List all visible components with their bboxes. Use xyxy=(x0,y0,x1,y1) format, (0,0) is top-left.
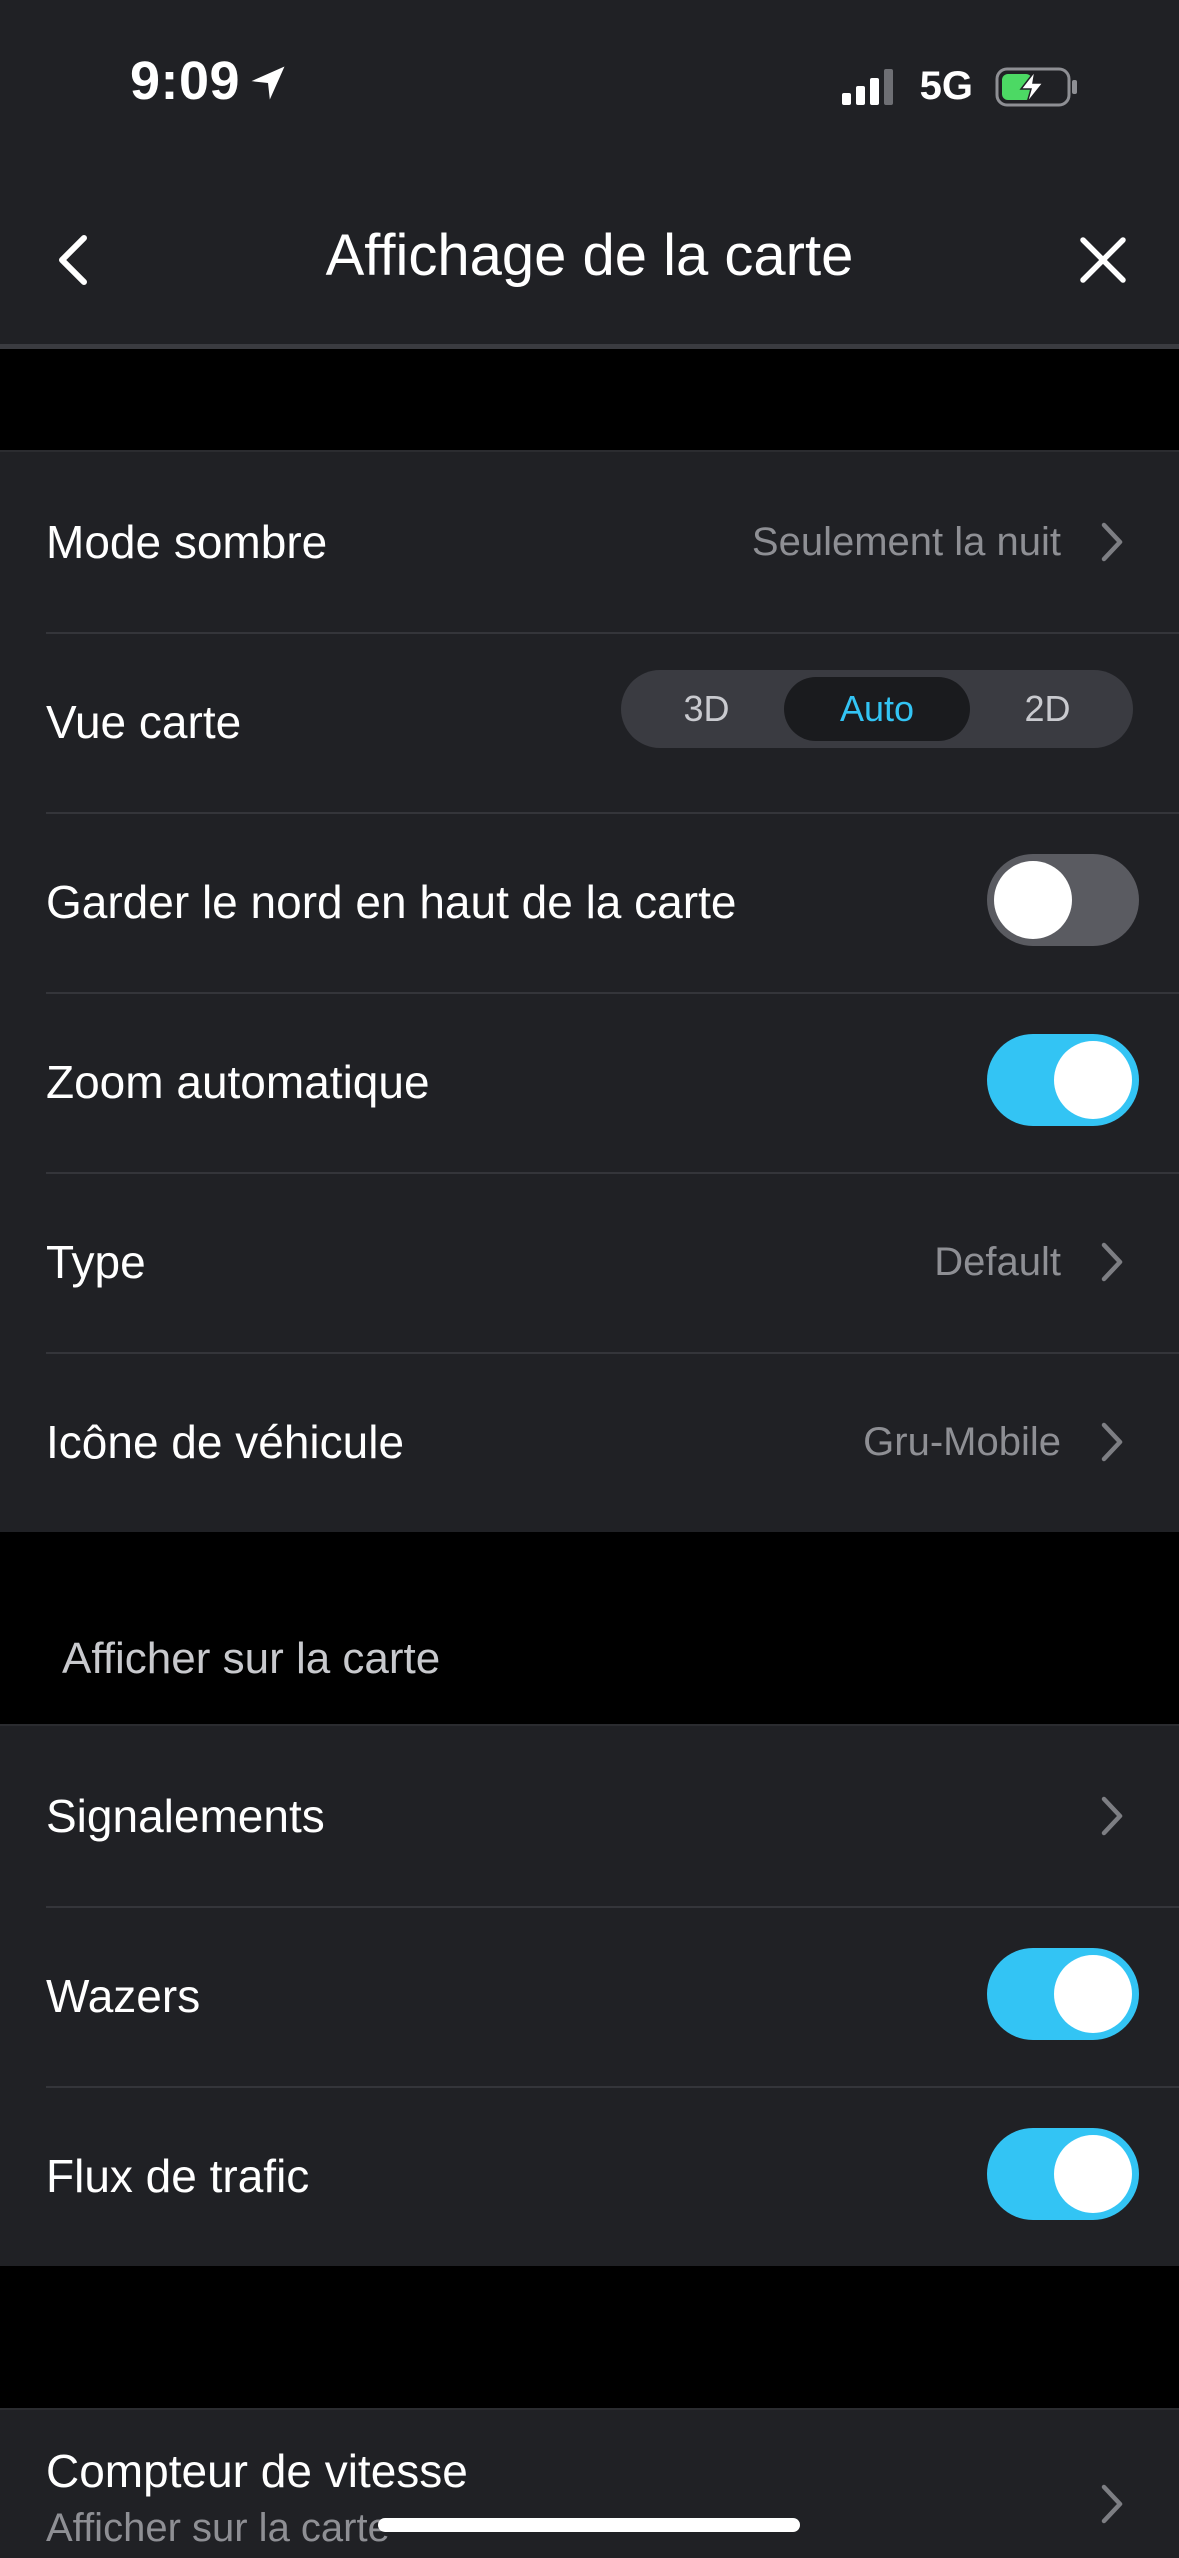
chevron-right-icon xyxy=(1101,1242,1123,1282)
wazers-toggle[interactable] xyxy=(987,1948,1139,2040)
auto-zoom-toggle[interactable] xyxy=(987,1034,1139,1126)
chevron-right-icon xyxy=(1101,2484,1123,2524)
map-view-segmented-control: 3D Auto 2D xyxy=(621,670,1133,748)
chevron-right-icon xyxy=(1101,1796,1123,1836)
type-value: Default xyxy=(934,1240,1061,1284)
wazers-row: Wazers xyxy=(0,1906,1179,2086)
vehicle-icon-row[interactable]: Icône de véhicule Gru-Mobile xyxy=(0,1352,1179,1532)
map-display-settings-group: Mode sombre Seulement la nuit Vue carte … xyxy=(0,450,1179,1532)
status-time-text: 9:09 xyxy=(130,51,241,111)
home-indicator[interactable] xyxy=(378,2518,800,2532)
vehicle-icon-label: Icône de véhicule xyxy=(46,1416,405,1468)
type-label: Type xyxy=(46,1236,146,1288)
status-icons: 5G xyxy=(841,64,1079,109)
signal-icon xyxy=(841,68,893,105)
north-up-label: Garder le nord en haut de la carte xyxy=(46,876,737,928)
header-divider xyxy=(0,344,1179,349)
dark-mode-row[interactable]: Mode sombre Seulement la nuit xyxy=(0,452,1179,632)
network-type: 5G xyxy=(919,64,973,108)
chevron-right-icon xyxy=(1101,1422,1123,1462)
speedometer-title: Compteur de vitesse xyxy=(46,2445,468,2497)
map-view-row: Vue carte 3D Auto 2D xyxy=(0,632,1179,812)
map-view-option-3d[interactable]: 3D xyxy=(629,677,784,741)
reports-label: Signalements xyxy=(46,1790,325,1842)
dark-mode-label: Mode sombre xyxy=(46,516,328,568)
status-time: 9:09 xyxy=(130,50,290,112)
location-arrow-icon xyxy=(251,66,285,100)
traffic-flow-row: Flux de trafic xyxy=(0,2086,1179,2266)
reports-row[interactable]: Signalements xyxy=(0,1726,1179,1906)
north-up-row: Garder le nord en haut de la carte xyxy=(0,812,1179,992)
close-icon[interactable] xyxy=(1077,234,1129,286)
speedometer-row[interactable]: Compteur de vitesse Afficher sur la cart… xyxy=(0,2408,1179,2558)
dark-mode-value: Seulement la nuit xyxy=(751,520,1061,564)
wazers-label: Wazers xyxy=(46,1970,201,2022)
map-view-option-auto[interactable]: Auto xyxy=(784,677,970,741)
page-title: Affichage de la carte xyxy=(325,223,854,288)
north-up-toggle[interactable] xyxy=(987,854,1139,946)
auto-zoom-label: Zoom automatique xyxy=(46,1056,430,1108)
speedometer-subtitle: Afficher sur la carte xyxy=(46,2506,390,2550)
vehicle-icon-value: Gru-Mobile xyxy=(863,1420,1061,1464)
map-view-option-2d[interactable]: 2D xyxy=(970,677,1125,741)
toggle-knob xyxy=(994,861,1072,939)
traffic-flow-label: Flux de trafic xyxy=(46,2150,310,2202)
type-row[interactable]: Type Default xyxy=(0,1172,1179,1352)
toggle-knob xyxy=(1054,1955,1132,2033)
show-on-map-group: Signalements Wazers Flux de trafic xyxy=(0,1724,1179,2266)
toggle-knob xyxy=(1054,2135,1132,2213)
auto-zoom-row: Zoom automatique xyxy=(0,992,1179,1172)
traffic-flow-toggle[interactable] xyxy=(987,2128,1139,2220)
section-header-show-on-map: Afficher sur la carte xyxy=(62,1634,441,1683)
battery-charging-icon xyxy=(995,67,1077,106)
toggle-knob xyxy=(1054,1041,1132,1119)
chevron-right-icon xyxy=(1101,522,1123,562)
top-bar: 9:09 5G Affichage de la carte xyxy=(0,0,1179,349)
map-view-label: Vue carte xyxy=(46,696,242,748)
